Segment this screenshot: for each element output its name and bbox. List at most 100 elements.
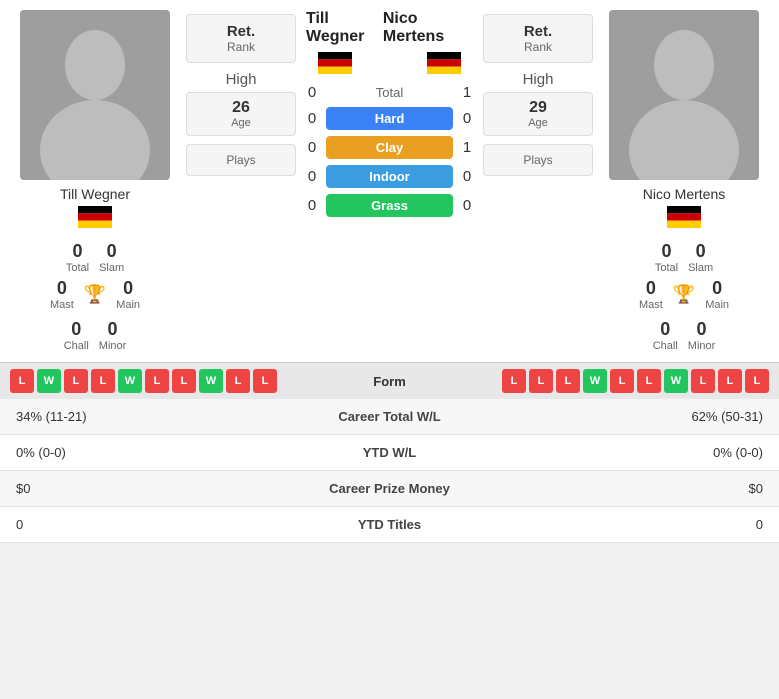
p1-flag-center: [318, 52, 352, 74]
p2-name-top: Nico Mertens: [383, 10, 473, 46]
stat-p2-val-1: 0% (0-0): [506, 435, 779, 471]
grass-row: 0 Grass 0: [302, 194, 477, 217]
player2-chall-value: 0: [653, 319, 678, 340]
stat-p1-val-3: 0: [0, 507, 273, 543]
p1-clay-score: 0: [302, 139, 322, 156]
player2-total-value: 0: [655, 241, 678, 262]
stat-p2-val-0: 62% (50-31): [506, 399, 779, 435]
player1-mast-label: Mast: [50, 299, 74, 311]
player2-plays-label: Plays: [504, 153, 572, 167]
player1-age-label: Age: [203, 117, 279, 129]
player1-rank-main: Ret.: [207, 23, 275, 40]
grass-badge: Grass: [326, 194, 453, 217]
p1-grass-score: 0: [302, 197, 322, 214]
player1-minor-label: Minor: [99, 340, 127, 352]
form-badge-l: L: [91, 369, 115, 393]
form-badge-l: L: [226, 369, 250, 393]
p1-total-score: 0: [302, 84, 322, 101]
main-container: Till Wegner 0 Total 0 Slam: [0, 0, 779, 543]
player2-mast-label: Mast: [639, 299, 663, 311]
form-badge-l: L: [529, 369, 553, 393]
player1-form: LWLLWLLWLL: [10, 369, 336, 393]
stats-row-1: 0% (0-0) YTD W/L 0% (0-0): [0, 435, 779, 471]
player2-age-label: Age: [500, 117, 576, 129]
player1-mast-value: 0: [50, 278, 74, 299]
player2-age-box: 29 Age: [483, 92, 593, 136]
player2-flag: [667, 206, 701, 228]
player2-slam-stat: 0 Slam: [688, 241, 713, 274]
form-badge-w: W: [37, 369, 61, 393]
player2-mast-stat: 0 Mast: [639, 278, 663, 311]
player1-total-label: Total: [66, 262, 89, 274]
p2-hard-score: 0: [457, 110, 477, 127]
stat-p1-val-2: $0: [0, 471, 273, 507]
indoor-row: 0 Indoor 0: [302, 165, 477, 188]
stat-label-1: YTD W/L: [273, 435, 507, 471]
player1-rank-area: Ret. Rank High 26 Age Plays: [186, 10, 296, 180]
stats-row-2: $0 Career Prize Money $0: [0, 471, 779, 507]
player2-main-value: 0: [705, 278, 729, 299]
player2-minor-label: Minor: [688, 340, 716, 352]
stats-row-0: 34% (11-21) Career Total W/L 62% (50-31): [0, 399, 779, 435]
player1-slam-stat: 0 Slam: [99, 241, 124, 274]
player1-slam-value: 0: [99, 241, 124, 262]
player1-avatar: [20, 10, 170, 180]
player2-chall-row: 0 Chall 0 Minor: [653, 319, 716, 352]
form-badge-l: L: [556, 369, 580, 393]
stats-row-3: 0 YTD Titles 0: [0, 507, 779, 543]
player2-age-val: 29: [500, 99, 576, 117]
total-label: Total: [322, 85, 457, 100]
form-badge-l: L: [172, 369, 196, 393]
stats-table: 34% (11-21) Career Total W/L 62% (50-31)…: [0, 399, 779, 543]
player1-main-stat: 0 Main: [116, 278, 140, 311]
form-badge-l: L: [637, 369, 661, 393]
p2-indoor-score: 0: [457, 168, 477, 185]
p2-total-score: 1: [457, 84, 477, 101]
form-badge-l: L: [10, 369, 34, 393]
form-label: Form: [340, 374, 440, 389]
stat-p2-val-2: $0: [506, 471, 779, 507]
player2-chall-label: Chall: [653, 340, 678, 352]
player2-rank-main: Ret.: [504, 23, 572, 40]
form-badge-l: L: [718, 369, 742, 393]
player1-slam-label: Slam: [99, 262, 124, 274]
form-badge-w: W: [118, 369, 142, 393]
p1-hard-score: 0: [302, 110, 322, 127]
form-badge-l: L: [502, 369, 526, 393]
player2-minor-value: 0: [688, 319, 716, 340]
form-badge-w: W: [199, 369, 223, 393]
player2-trophy-row: 0 Mast 🏆 0 Main: [639, 278, 729, 311]
player2-area: Nico Mertens 0 Total 0 Slam: [599, 10, 769, 352]
player2-rank-area: Ret. Rank High 29 Age Plays: [483, 10, 593, 180]
p2-flag-center: [427, 52, 461, 74]
players-area: Till Wegner 0 Total 0 Slam: [0, 0, 779, 362]
player1-flag: [78, 206, 112, 228]
player2-slam-label: Slam: [688, 262, 713, 274]
form-badge-w: W: [664, 369, 688, 393]
player1-chall-label: Chall: [64, 340, 89, 352]
player1-main-value: 0: [116, 278, 140, 299]
player1-chall-stat: 0 Chall: [64, 319, 89, 352]
surface-area: Till Wegner Nico Mertens 0 Total: [302, 10, 477, 221]
player2-avatar: [609, 10, 759, 180]
player1-rank-box: Ret. Rank: [186, 14, 296, 63]
form-badge-w: W: [583, 369, 607, 393]
clay-badge: Clay: [326, 136, 453, 159]
player1-stats: 0 Total 0 Slam: [66, 241, 124, 274]
player1-plays-box: Plays: [186, 144, 296, 176]
stat-label-2: Career Prize Money: [273, 471, 507, 507]
player2-trophy-icon: 🏆: [673, 284, 695, 305]
total-row: 0 Total 1: [302, 84, 477, 101]
player1-trophy-row: 0 Mast 🏆 0 Main: [50, 278, 140, 311]
player2-minor-stat: 0 Minor: [688, 319, 716, 352]
indoor-badge: Indoor: [326, 165, 453, 188]
player2-mast-value: 0: [639, 278, 663, 299]
player2-rank-box: Ret. Rank: [483, 14, 593, 63]
player2-slam-value: 0: [688, 241, 713, 262]
player1-rank-sub: Rank: [207, 40, 275, 54]
form-badge-l: L: [145, 369, 169, 393]
player1-trophy-icon: 🏆: [84, 284, 106, 305]
player2-name: Nico Mertens: [643, 186, 725, 202]
player1-age-val: 26: [203, 99, 279, 117]
form-section: LWLLWLLWLL Form LLLWLLWLLL: [0, 362, 779, 399]
